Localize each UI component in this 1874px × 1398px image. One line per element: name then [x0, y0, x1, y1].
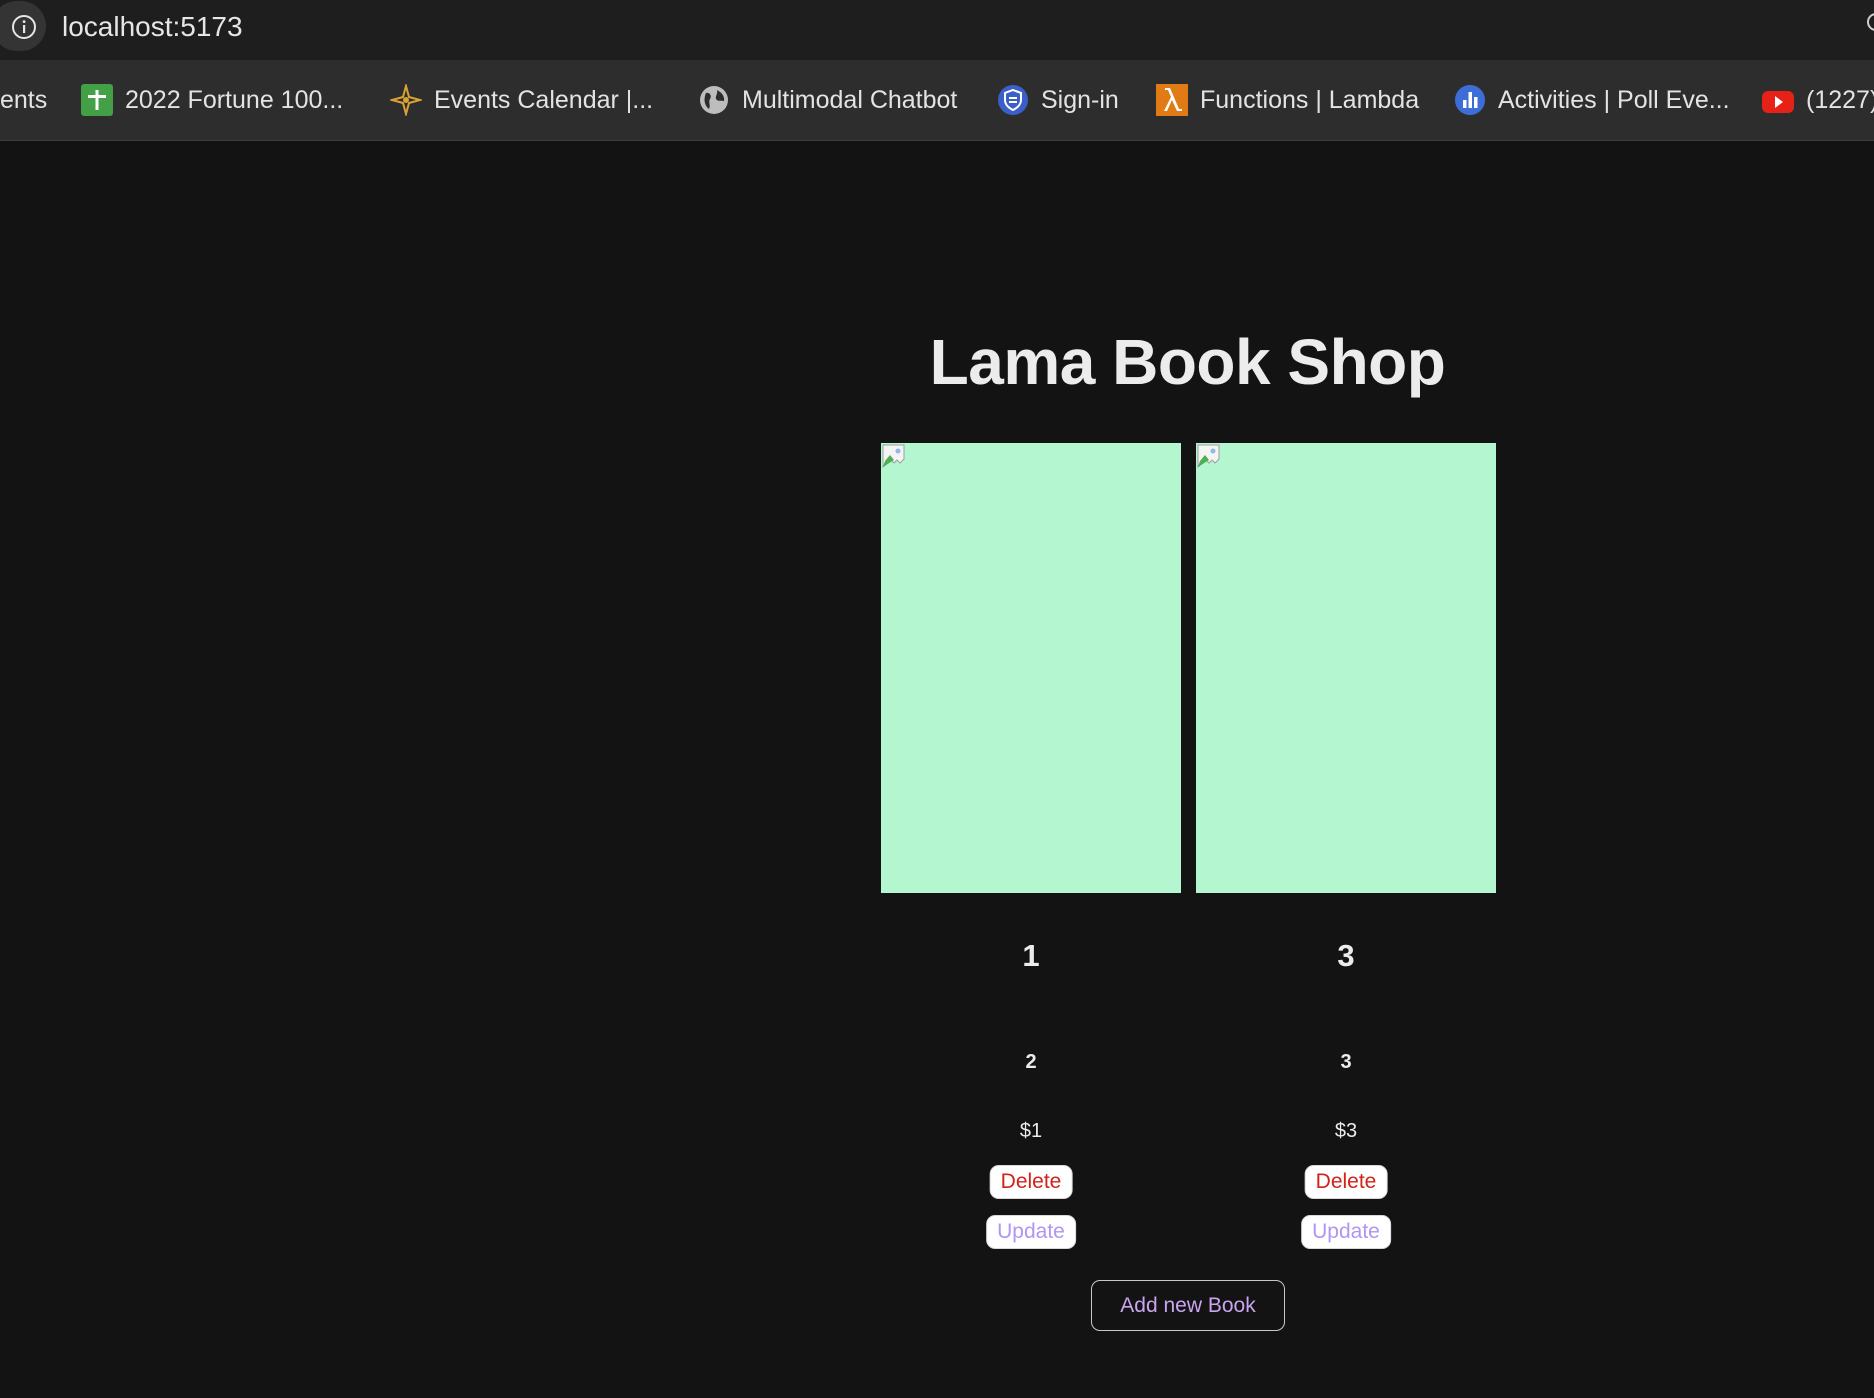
bookmark-item[interactable]: (1227)	[1762, 80, 1874, 120]
book-description: 2	[1025, 1051, 1037, 1073]
youtube-icon	[1762, 84, 1794, 116]
book-title: 1	[1022, 938, 1040, 973]
update-button[interactable]: Update	[986, 1215, 1076, 1249]
bookmark-label: (1227)	[1806, 85, 1874, 114]
bookmark-item[interactable]: Activities | Poll Eve...	[1454, 80, 1730, 120]
broken-image-icon	[1197, 444, 1220, 469]
bookmarks-bar: ents 2022 Fortune 100... Events Calendar…	[0, 60, 1874, 141]
bookmark-item[interactable]: Events Calendar |...	[388, 80, 654, 120]
zoom-icon[interactable]	[1862, 10, 1874, 36]
book-price: $3	[1334, 1120, 1358, 1142]
book-card: 1 2 $1 Delete Update	[881, 443, 1181, 1249]
add-book-button[interactable]: Add new Book	[1091, 1280, 1285, 1331]
bookmark-label: Multimodal Chatbot	[742, 85, 958, 114]
bookmark-item[interactable]: ents	[0, 80, 47, 120]
page-title: Lama Book Shop	[929, 326, 1446, 398]
bookmark-label: Sign-in	[1041, 85, 1119, 114]
bookmark-item[interactable]: 2022 Fortune 100...	[81, 80, 343, 120]
bookmark-label: Activities | Poll Eve...	[1498, 85, 1730, 114]
address-bar: localhost:5173	[0, 0, 1874, 60]
book-cover	[1196, 443, 1496, 893]
delete-button[interactable]: Delete	[989, 1165, 1073, 1199]
sheets-icon	[81, 84, 113, 116]
bookmark-label: Events Calendar |...	[434, 85, 654, 114]
bookmark-label: Functions | Lambda	[1200, 85, 1420, 114]
poll-icon	[1454, 84, 1486, 116]
compass-icon	[388, 82, 424, 118]
book-cover	[881, 443, 1181, 893]
bookmark-item[interactable]: Multimodal Chatbot	[698, 80, 957, 120]
book-title: 3	[1337, 938, 1355, 973]
bookmark-item[interactable]: Functions | Lambda	[1156, 80, 1419, 120]
book-card: 3 3 $3 Delete Update	[1196, 443, 1496, 1249]
bookmark-label: ents	[0, 85, 48, 114]
lambda-icon	[1156, 84, 1188, 116]
url-field[interactable]: localhost:5173	[62, 11, 243, 43]
info-icon	[12, 15, 36, 39]
shield-icon	[997, 84, 1029, 116]
update-button[interactable]: Update	[1301, 1215, 1391, 1249]
site-info-button[interactable]	[0, 1, 46, 51]
delete-button[interactable]: Delete	[1304, 1165, 1388, 1199]
book-description: 3	[1340, 1051, 1352, 1073]
globe-icon	[698, 84, 730, 116]
bookmark-item[interactable]: Sign-in	[997, 80, 1119, 120]
book-price: $1	[1019, 1120, 1043, 1142]
broken-image-icon	[882, 444, 905, 469]
bookmark-label: 2022 Fortune 100...	[125, 85, 344, 114]
